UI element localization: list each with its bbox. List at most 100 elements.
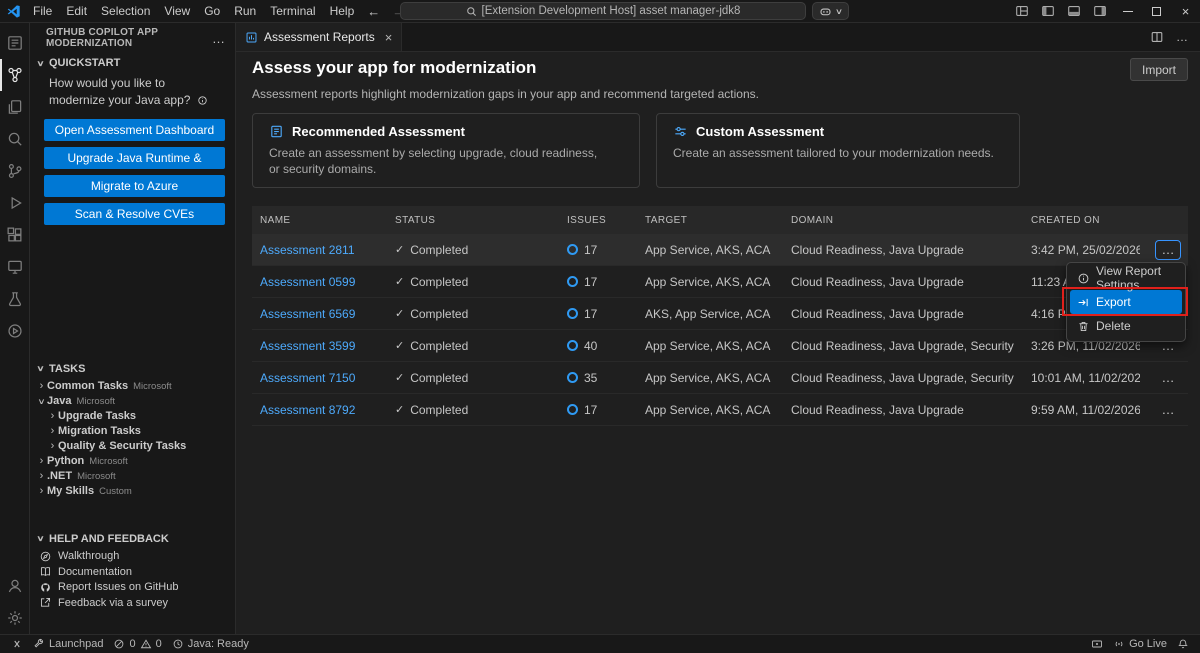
explorer-icon[interactable]	[0, 91, 29, 123]
settings-gear-icon[interactable]	[0, 602, 29, 634]
tree-item-python[interactable]: › Python Microsoft	[30, 454, 235, 469]
test-flask-icon[interactable]	[0, 283, 29, 315]
java-status-item[interactable]: Java: Ready	[167, 635, 254, 653]
tree-item-java[interactable]: ∨ Java Microsoft	[30, 394, 235, 409]
titlebar-controls: ×	[1009, 0, 1200, 22]
menu-terminal[interactable]: Terminal	[263, 0, 322, 22]
copilot-menu[interactable]: ∨	[812, 2, 849, 20]
card-body: Create an assessment by selecting upgrad…	[269, 145, 599, 177]
table-row[interactable]: Assessment 2811 ✓Completed 17 App Servic…	[252, 234, 1188, 266]
run-debug-icon[interactable]	[0, 187, 29, 219]
split-editor-icon[interactable]	[1150, 30, 1164, 44]
tree-item-common-tasks[interactable]: › Common Tasks Microsoft	[30, 379, 235, 394]
tree-item-upgrade-tasks[interactable]: › Upgrade Tasks	[30, 409, 235, 424]
table-row[interactable]: Assessment 6569 ✓Completed 17 AKS, App S…	[252, 298, 1188, 330]
tab-assessment-reports[interactable]: Assessment Reports ×	[236, 23, 402, 51]
menu-help[interactable]: Help	[323, 0, 362, 22]
launchpad-status-item[interactable]: Launchpad	[28, 635, 108, 653]
tree-item-dotnet[interactable]: › .NET Microsoft	[30, 469, 235, 484]
section-help-feedback[interactable]: ∨ HELP AND FEEDBACK	[30, 529, 235, 549]
log-icon[interactable]	[0, 27, 29, 59]
help-item-report-issues[interactable]: Report Issues on GitHub	[30, 580, 235, 596]
open-assessment-dashboard-button[interactable]: Open Assessment Dashboard	[44, 119, 225, 141]
remote-explorer-icon[interactable]	[0, 251, 29, 283]
table-row[interactable]: Assessment 3599 ✓Completed 40 App Servic…	[252, 330, 1188, 362]
tab-close-icon[interactable]: ×	[385, 30, 393, 45]
tasks-header-label: TASKS	[49, 363, 85, 375]
remote-indicator[interactable]	[6, 635, 28, 653]
chevron-down-icon: ∨	[33, 364, 48, 373]
assessment-link[interactable]: Assessment 7150	[252, 371, 387, 385]
recommended-assessment-card[interactable]: Recommended Assessment Create an assessm…	[252, 113, 640, 188]
help-item-feedback-survey[interactable]: Feedback via a survey	[30, 595, 235, 611]
toggle-sidebar-icon[interactable]	[1035, 0, 1061, 22]
sidebar: GITHUB COPILOT APP MODERNIZATION … ∨ QUI…	[30, 23, 236, 634]
menu-run[interactable]: Run	[227, 0, 263, 22]
launchpad-label: Launchpad	[49, 638, 103, 650]
menu-edit[interactable]: Edit	[59, 0, 94, 22]
table-row[interactable]: Assessment 0599 ✓Completed 17 App Servic…	[252, 266, 1188, 298]
live-preview-icon[interactable]	[0, 315, 29, 347]
survey-link-icon	[39, 596, 52, 609]
tree-item-my-skills[interactable]: › My Skills Custom	[30, 484, 235, 499]
search-icon[interactable]	[0, 123, 29, 155]
assessment-link[interactable]: Assessment 2811	[252, 243, 387, 257]
help-item-documentation[interactable]: Documentation	[30, 564, 235, 580]
page-title: Assess your app for modernization	[252, 58, 536, 78]
issues-count: 17	[584, 307, 597, 321]
menu-view[interactable]: View	[157, 0, 197, 22]
toggle-panel-icon[interactable]	[1061, 0, 1087, 22]
toggle-secondary-sidebar-icon[interactable]	[1087, 0, 1113, 22]
customize-layout-icon[interactable]	[1009, 0, 1035, 22]
account-icon[interactable]	[0, 570, 29, 602]
window-maximize-button[interactable]	[1142, 0, 1171, 22]
sidebar-more-actions-icon[interactable]: …	[212, 31, 225, 46]
table-row[interactable]: Assessment 8792 ✓Completed 17 App Servic…	[252, 394, 1188, 426]
back-icon[interactable]: ←	[361, 4, 386, 19]
editor-area: Assessment Reports × … Assess your app f…	[236, 23, 1200, 634]
extensions-icon[interactable]	[0, 219, 29, 251]
titlebar: File Edit Selection View Go Run Terminal…	[0, 0, 1200, 23]
row-actions-button[interactable]: …	[1155, 240, 1181, 260]
menu-item-export[interactable]: Export	[1070, 290, 1182, 314]
notifications-status-item[interactable]	[1172, 638, 1194, 650]
editor-more-actions-icon[interactable]: …	[1176, 30, 1188, 44]
migrate-to-azure-button[interactable]: Migrate to Azure	[44, 175, 225, 197]
assessment-link[interactable]: Assessment 0599	[252, 275, 387, 289]
section-quickstart[interactable]: ∨ QUICKSTART	[30, 53, 235, 73]
tree-item-quality-security-tasks[interactable]: › Quality & Security Tasks	[30, 439, 235, 454]
row-actions-button[interactable]: …	[1155, 368, 1181, 388]
issues-icon	[567, 276, 578, 287]
source-control-icon[interactable]	[0, 155, 29, 187]
problems-status-item[interactable]: 0 0	[108, 635, 166, 653]
assessment-link[interactable]: Assessment 3599	[252, 339, 387, 353]
help-item-walkthrough[interactable]: Walkthrough	[30, 549, 235, 565]
help-header-label: HELP AND FEEDBACK	[49, 533, 169, 545]
menu-go[interactable]: Go	[197, 0, 227, 22]
status-text: Completed	[410, 307, 468, 321]
command-center-search[interactable]: [Extension Development Host] asset manag…	[400, 2, 806, 20]
card-title: Custom Assessment	[696, 124, 824, 139]
upgrade-java-runtime-button[interactable]: Upgrade Java Runtime & Frameworks	[44, 147, 225, 169]
menu-item-view-report-settings[interactable]: View Report Settings	[1070, 266, 1182, 290]
menu-item-delete[interactable]: Delete	[1070, 314, 1182, 338]
tree-item-migration-tasks[interactable]: › Migration Tasks	[30, 424, 235, 439]
row-actions-button[interactable]: …	[1155, 400, 1181, 420]
issues-count: 40	[584, 339, 597, 353]
assessment-link[interactable]: Assessment 6569	[252, 307, 387, 321]
go-live-status-item[interactable]: Go Live	[1108, 638, 1172, 650]
import-button[interactable]: Import	[1130, 58, 1188, 81]
custom-assessment-card[interactable]: Custom Assessment Create an assessment t…	[656, 113, 1020, 188]
window-close-button[interactable]: ×	[1171, 0, 1200, 22]
window-minimize-button[interactable]	[1113, 0, 1142, 22]
assessment-link[interactable]: Assessment 8792	[252, 403, 387, 417]
scan-resolve-cves-button[interactable]: Scan & Resolve CVEs	[44, 203, 225, 225]
screencast-status-item[interactable]	[1086, 638, 1108, 650]
help-item-label: Documentation	[58, 566, 132, 578]
info-icon[interactable]	[197, 95, 208, 106]
menu-file[interactable]: File	[26, 0, 59, 22]
app-modernization-icon[interactable]	[0, 59, 29, 91]
menu-selection[interactable]: Selection	[94, 0, 157, 22]
table-row[interactable]: Assessment 7150 ✓Completed 35 App Servic…	[252, 362, 1188, 394]
section-tasks[interactable]: ∨ TASKS	[30, 359, 235, 379]
